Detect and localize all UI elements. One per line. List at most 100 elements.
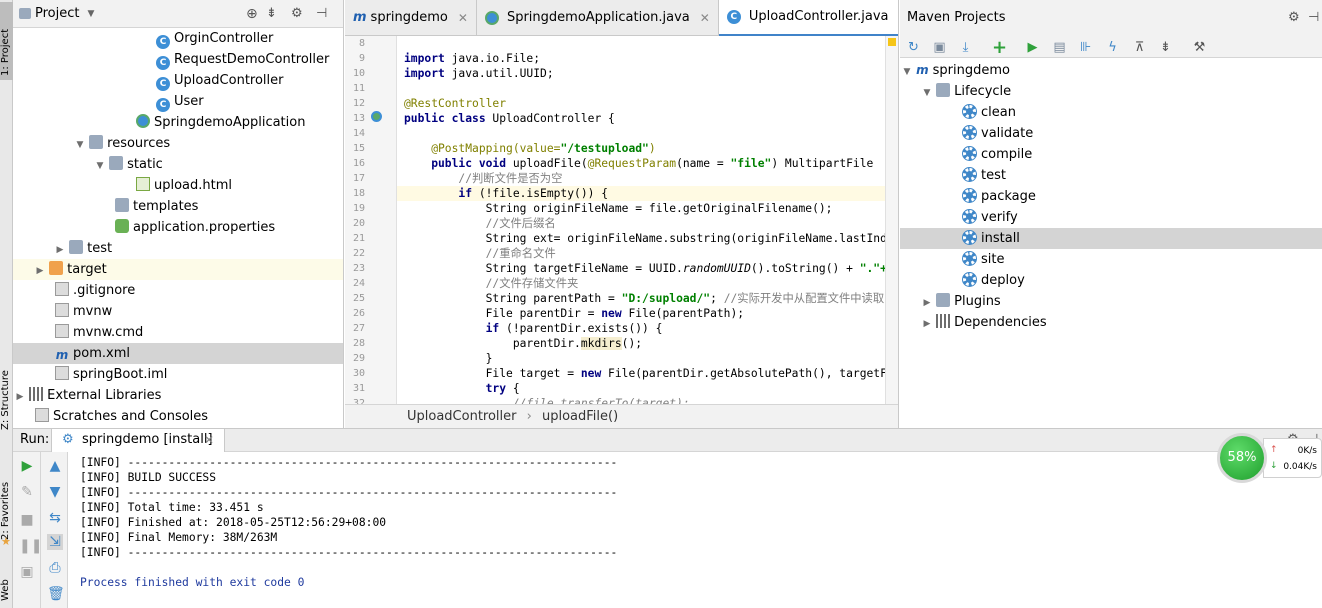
expanded-arrow-icon[interactable]: ▼ <box>75 135 85 156</box>
code-token: "."+ <box>859 262 886 275</box>
toggle-offline-icon[interactable]: ⊪ <box>1078 40 1093 55</box>
code-token: "D:/supload/" <box>621 292 711 305</box>
structure-tool-tab[interactable]: Z: Structure <box>0 370 13 430</box>
tree-item[interactable]: application.properties <box>13 217 343 238</box>
collapsed-arrow-icon[interactable]: ▶ <box>922 314 932 335</box>
run-icon[interactable]: ▶ <box>1025 40 1040 55</box>
hide-panel-icon[interactable]: ⊣ <box>316 6 327 21</box>
dependencies-diagram-icon[interactable]: ⊼ <box>1132 40 1147 55</box>
console-output[interactable]: [INFO] ---------------------------------… <box>80 455 1180 605</box>
editor-tab-springdemoapplication[interactable]: SpringdemoApplication.java ✕ <box>477 0 719 36</box>
project-panel-header: Project ▼ ⊕ ⇟ ⚙ ⊣ <box>13 0 343 28</box>
tree-item[interactable]: ▶ test <box>13 238 343 259</box>
down-arrow-icon[interactable]: ▼ <box>47 484 63 500</box>
maven-goal-item[interactable]: package <box>900 186 1322 207</box>
star-icon: ★ <box>1 535 11 548</box>
maven-goal-item-selected[interactable]: install <box>900 228 1322 249</box>
collapse-all-icon[interactable]: ⇟ <box>1158 40 1173 55</box>
tree-item[interactable]: mvnw.cmd <box>13 322 343 343</box>
gear-icon <box>963 231 976 244</box>
editor-tab-springdemo[interactable]: m springdemo ✕ <box>345 0 477 36</box>
debug-icon[interactable]: ✎ <box>19 484 35 500</box>
favorites-tool-tab[interactable]: 2: Favorites <box>0 470 13 540</box>
maven-settings-icon[interactable]: ⚒ <box>1192 40 1207 55</box>
maven-goal-item[interactable]: validate <box>900 123 1322 144</box>
tree-item[interactable]: upload.html <box>13 175 343 196</box>
hide-panel-icon[interactable]: ⊣ <box>1308 0 1319 36</box>
tree-item[interactable]: ▶ External Libraries <box>13 385 343 406</box>
stop-icon[interactable]: ■ <box>19 512 35 528</box>
scroll-to-end-icon[interactable]: ⇲ <box>47 534 63 550</box>
expanded-arrow-icon[interactable]: ▼ <box>95 156 105 177</box>
tree-item[interactable]: C OrginController <box>13 28 343 49</box>
maven-goal-item[interactable]: deploy <box>900 270 1322 291</box>
collapse-all-icon[interactable]: ⇟ <box>266 6 277 21</box>
collapsed-arrow-icon[interactable]: ▶ <box>922 293 932 314</box>
breadcrumb-item[interactable]: uploadFile() <box>542 409 618 424</box>
class-icon: C <box>156 98 170 112</box>
rerun-icon[interactable]: ▶ <box>19 458 35 474</box>
collapsed-arrow-icon[interactable]: ▶ <box>15 387 25 408</box>
maven-tree-item[interactable]: ▶ Dependencies <box>900 312 1322 333</box>
collapsed-arrow-icon[interactable]: ▶ <box>55 240 65 261</box>
close-icon[interactable]: ✕ <box>458 0 468 36</box>
code-token: randomUUID <box>682 262 751 275</box>
network-speed-widget[interactable]: ↑ 0K/s ↓ 0.04K/s 58% <box>1217 433 1322 483</box>
tree-item[interactable]: Scratches and Consoles <box>13 406 343 427</box>
soft-wrap-icon[interactable]: ⇆ <box>47 510 63 526</box>
tree-item[interactable]: mvnw <box>13 301 343 322</box>
run-config-icon[interactable]: ▤ <box>1052 40 1067 55</box>
down-arrow-icon: ↓ <box>1270 461 1278 471</box>
generate-sources-icon[interactable]: ▣ <box>932 40 947 55</box>
project-tool-tab[interactable]: 1: Project <box>0 2 13 80</box>
reimport-icon[interactable]: ↻ <box>906 40 921 55</box>
maven-tree-item[interactable]: ▼ m springdemo <box>900 60 1322 81</box>
expanded-arrow-icon[interactable]: ▼ <box>922 83 932 104</box>
code-area[interactable]: import java.io.File; import java.util.UU… <box>404 36 886 404</box>
print-icon[interactable]: ⎙ <box>47 560 63 576</box>
code-token: java.util.UUID; <box>444 67 554 80</box>
tree-item[interactable]: ▶ target <box>13 259 343 280</box>
download-icon[interactable]: ⤓ <box>958 40 973 55</box>
project-view-title[interactable]: Project <box>35 6 79 21</box>
pause-icon[interactable]: ❚❚ <box>19 538 42 554</box>
tree-item[interactable]: C RequestDemoController <box>13 49 343 70</box>
maven-goal-item[interactable]: verify <box>900 207 1322 228</box>
maven-goal-item[interactable]: site <box>900 249 1322 270</box>
breadcrumb-item[interactable]: UploadController <box>407 409 517 424</box>
up-arrow-icon[interactable]: ▲ <box>47 458 63 474</box>
maven-tree-item[interactable]: ▶ Plugins <box>900 291 1322 312</box>
tree-item[interactable]: C User <box>13 91 343 112</box>
chevron-down-icon[interactable]: ▼ <box>87 9 94 19</box>
maven-goal-item[interactable]: compile <box>900 144 1322 165</box>
skip-tests-icon[interactable]: ϟ <box>1105 40 1120 55</box>
run-config-tab[interactable]: ⚙ springdemo [install] ✕ <box>51 429 225 452</box>
close-icon[interactable]: ✕ <box>700 0 710 36</box>
dump-threads-icon[interactable]: ▣ <box>19 564 35 580</box>
editor-tab-uploadcontroller[interactable]: CUploadController.java✕ <box>718 0 898 36</box>
code-token: ) MultipartFile <box>771 157 874 170</box>
tree-item[interactable]: springBoot.iml <box>13 364 343 385</box>
tree-item[interactable]: .gitignore <box>13 280 343 301</box>
web-tool-tab[interactable]: Web <box>0 565 13 601</box>
add-icon[interactable]: + <box>992 39 1007 57</box>
collapsed-arrow-icon[interactable]: ▶ <box>35 261 45 282</box>
tree-item[interactable]: ▼ static <box>13 154 343 175</box>
spring-bean-gutter-icon[interactable] <box>371 111 382 122</box>
trash-icon[interactable]: 🗑 <box>47 586 65 602</box>
tree-item-selected[interactable]: m pom.xml <box>13 343 343 364</box>
tree-item[interactable]: SpringdemoApplication <box>13 112 343 133</box>
locate-icon[interactable]: ⊕ <box>246 6 258 22</box>
tree-item[interactable]: templates <box>13 196 343 217</box>
tree-item[interactable]: C UploadController <box>13 70 343 91</box>
maven-goal-item[interactable]: test <box>900 165 1322 186</box>
settings-gear-icon[interactable]: ⚙ <box>1288 0 1300 36</box>
close-icon[interactable]: ✕ <box>204 429 214 451</box>
expanded-arrow-icon[interactable]: ▼ <box>902 62 912 83</box>
editor-error-stripe[interactable] <box>885 36 898 404</box>
settings-gear-icon[interactable]: ⚙ <box>291 6 303 21</box>
maven-tree-item[interactable]: ▼ Lifecycle <box>900 81 1322 102</box>
maven-goal-item[interactable]: clean <box>900 102 1322 123</box>
warning-marker-icon[interactable] <box>888 38 896 46</box>
tree-item[interactable]: ▼ resources <box>13 133 343 154</box>
